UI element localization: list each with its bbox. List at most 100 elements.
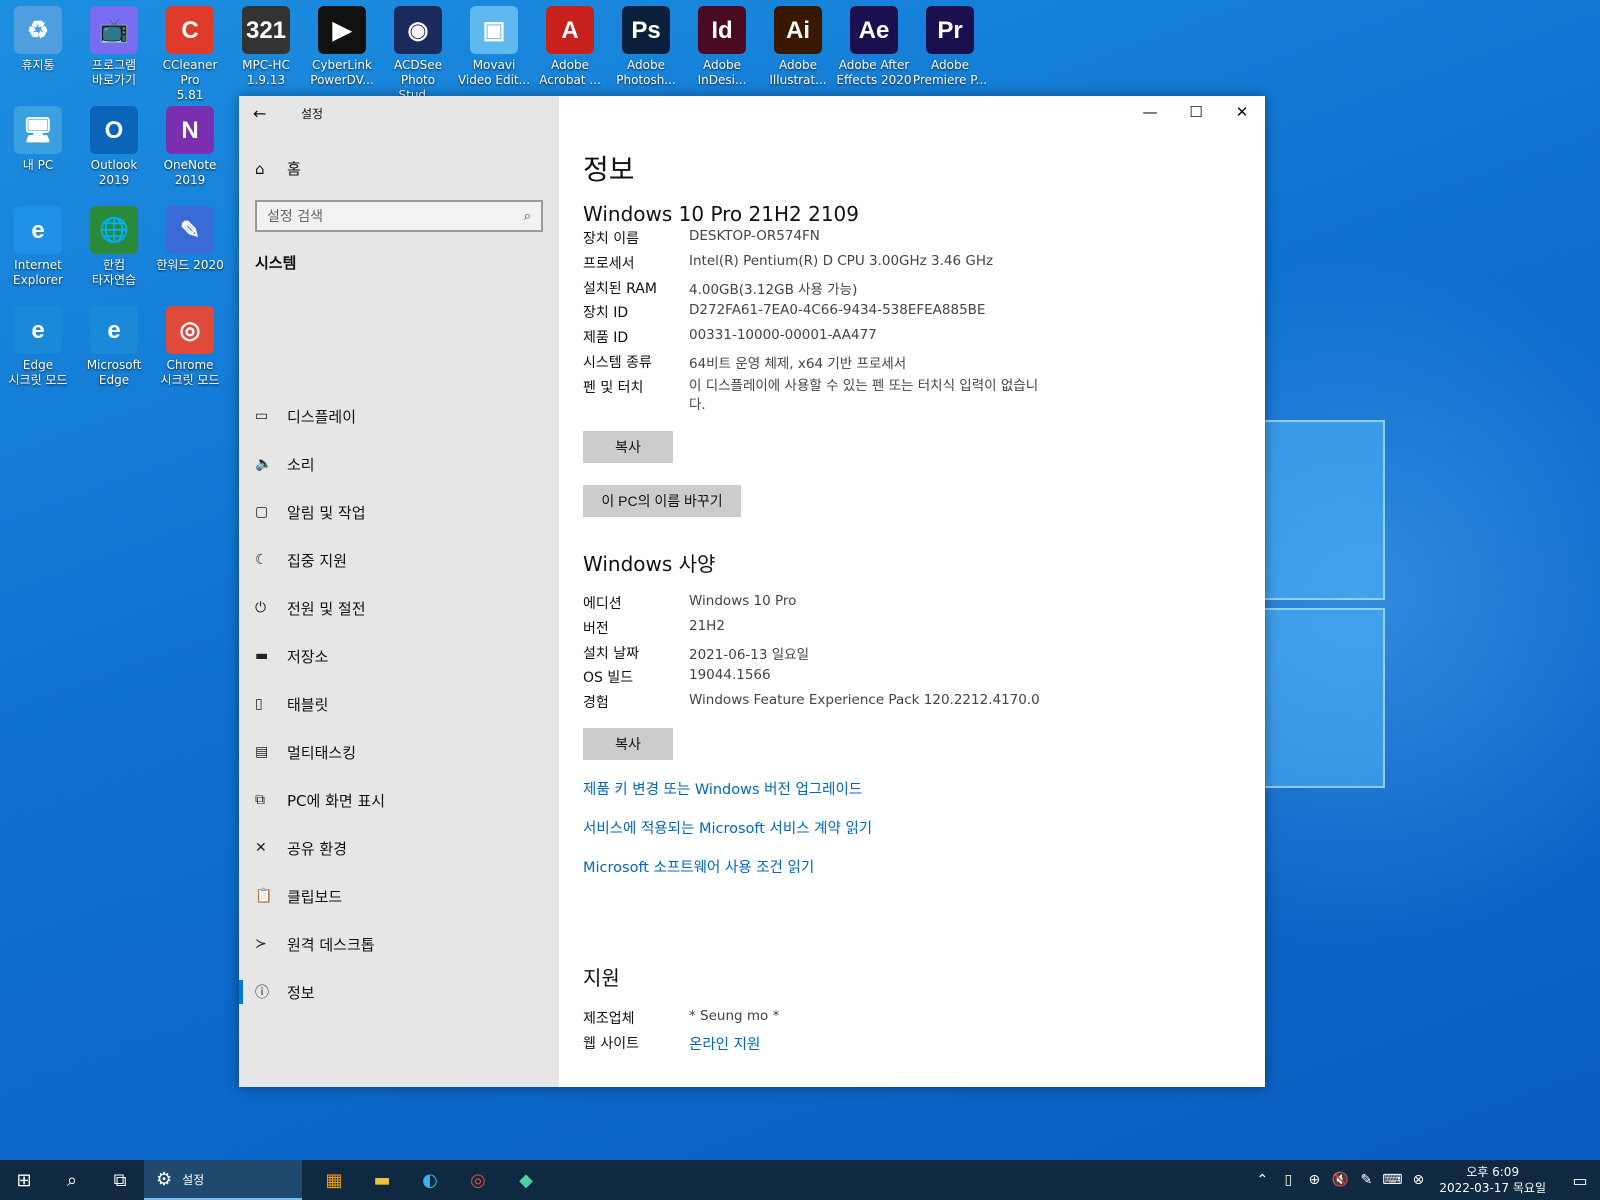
desktop-icon[interactable]: ▶ CyberLink PowerDV... xyxy=(304,0,380,96)
recycle-bin-icon: ♻ xyxy=(14,6,62,54)
start-button[interactable]: ⊞ xyxy=(0,1160,48,1200)
back-arrow-icon[interactable]: ← xyxy=(253,104,266,123)
spec-value: 19044.1566 xyxy=(689,667,771,684)
mpc-hc-icon: 321 xyxy=(242,6,290,54)
photoshop-icon: Ps xyxy=(622,6,670,54)
sidebar-item[interactable]: ⏻ 전원 및 절전 xyxy=(239,584,559,632)
sidebar-item-icon: 📋 xyxy=(255,888,273,904)
spec-value: 4.00GB(3.12GB 사용 가능) xyxy=(689,281,858,298)
app-taskbar-icon[interactable]: ◆ xyxy=(502,1160,550,1200)
search-icon[interactable]: ⌕ xyxy=(524,209,531,224)
sidebar-item-icon: 🔈 xyxy=(255,456,273,472)
desktop-icon[interactable]: 📺 프로그램 바로가기 xyxy=(76,0,152,96)
sidebar-item-label: 알림 및 작업 xyxy=(287,503,366,522)
search-icon[interactable]: ⌕ xyxy=(48,1160,96,1200)
store-icon[interactable]: ▦ xyxy=(310,1160,358,1200)
clock[interactable]: 오후 6:09 2022-03-17 목요일 xyxy=(1439,1164,1546,1196)
spec-row: 펜 및 터치 이 디스플레이에 사용할 수 있는 펜 또는 터치식 입력이 없습니… xyxy=(583,377,1223,421)
desktop-icon[interactable]: ▣ Movavi Video Edit... xyxy=(456,0,532,96)
edge-icon: e xyxy=(90,306,138,354)
desktop-icon[interactable]: Ai Adobe Illustrat... xyxy=(760,0,836,96)
desktop-icon[interactable]: e Internet Explorer xyxy=(0,200,76,296)
desktop-icon[interactable]: N OneNote 2019 xyxy=(152,100,228,196)
desktop-icon[interactable]: Ps Adobe Photosh... xyxy=(608,0,684,96)
license-terms-link[interactable]: Microsoft 소프트웨어 사용 조건 읽기 xyxy=(583,856,814,877)
desktop-icon[interactable]: A Adobe Acrobat ... xyxy=(532,0,608,96)
spec-row: 장치 ID D272FA61-7EA0-4C66-9434-538EFEA885B… xyxy=(583,302,1223,327)
settings-search-input[interactable]: 설정 검색 ⌕ xyxy=(255,200,543,232)
sidebar-item[interactable]: ▭ 디스플레이 xyxy=(239,392,559,440)
sidebar-item-icon: ⏻ xyxy=(255,600,267,616)
desktop-icon-label: 한워드 2020 xyxy=(156,258,224,272)
service-agreement-link[interactable]: 서비스에 적용되는 Microsoft 서비스 계약 읽기 xyxy=(583,817,872,838)
file-explorer-icon[interactable]: ▬ xyxy=(358,1160,406,1200)
sidebar-item[interactable]: ▯ 태블릿 xyxy=(239,680,559,728)
taskbar-app-label: 설정 xyxy=(182,1172,205,1187)
sidebar-item[interactable]: ✕ 공유 환경 xyxy=(239,824,559,872)
desktop-icon[interactable]: e Edge 시크릿 모드 xyxy=(0,300,76,396)
windows-wallpaper-logo xyxy=(1255,420,1385,788)
upgrade-link[interactable]: 제품 키 변경 또는 Windows 버전 업그레이드 xyxy=(583,778,862,799)
desktop-icon-label: CCleaner Pro 5.81 xyxy=(162,58,218,102)
sidebar-item[interactable]: ⧉ PC에 화면 표시 xyxy=(239,776,559,824)
network-icon[interactable]: ⊕ xyxy=(1301,1172,1327,1188)
sidebar-item[interactable]: ▢ 알림 및 작업 xyxy=(239,488,559,536)
desktop-icon[interactable]: O Outlook 2019 xyxy=(76,100,152,196)
sidebar-item-icon: ⓘ xyxy=(255,985,269,1001)
sidebar-item[interactable]: ≻ 원격 데스크톱 xyxy=(239,920,559,968)
desktop-icon[interactable]: ◉ ACDSee Photo Stud... xyxy=(380,0,456,102)
desktop-icon[interactable]: Ae Adobe After Effects 2020 xyxy=(836,0,912,96)
desktop-icon[interactable]: Pr Adobe Premiere P... xyxy=(912,0,988,96)
desktop-icon[interactable]: ♻ 휴지통 xyxy=(0,0,76,96)
desktop-icon[interactable]: 🌐 한컴 타자연습 xyxy=(76,200,152,296)
pen-icon[interactable]: ✎ xyxy=(1353,1172,1379,1188)
copy-windows-specs-button[interactable]: 복사 xyxy=(583,728,673,760)
sidebar-item[interactable]: 🔈 소리 xyxy=(239,440,559,488)
sidebar-item-label: 원격 데스크톱 xyxy=(287,935,375,954)
spec-key: 설치 날짜 xyxy=(583,645,639,662)
desktop-icon[interactable]: e Microsoft Edge xyxy=(76,300,152,396)
spec-value: 21H2 xyxy=(689,617,725,634)
volume-muted-icon[interactable]: 🔇 xyxy=(1327,1172,1353,1188)
sidebar-item[interactable]: ☾ 집중 지원 xyxy=(239,536,559,584)
edge-incognito-icon: e xyxy=(14,306,62,354)
sidebar-item[interactable]: ▬ 저장소 xyxy=(239,632,559,680)
edge-taskbar-icon[interactable]: ◐ xyxy=(406,1160,454,1200)
sidebar-item[interactable]: 📋 클립보드 xyxy=(239,872,559,920)
device-spec-heading: Windows 10 Pro 21H2 2109 xyxy=(583,202,859,226)
desktop-icon[interactable]: 🖥 내 PC xyxy=(0,100,76,196)
page-title: 정보 xyxy=(583,153,635,186)
taskbar-settings-app[interactable]: ⚙ 설정 xyxy=(144,1160,302,1200)
premiere-icon: Pr xyxy=(926,6,974,54)
chrome-taskbar-icon[interactable]: ◎ xyxy=(454,1160,502,1200)
device-spec-list: 장치 이름 DESKTOP-OR574FN 프로세서 Intel(R) Pentium… xyxy=(583,228,1223,421)
desktop-icon-label: OneNote 2019 xyxy=(163,158,217,187)
clock-date: 2022-03-17 목요일 xyxy=(1439,1181,1546,1195)
usb-icon[interactable]: ▯ xyxy=(1275,1172,1301,1188)
desktop-icon[interactable]: 321 MPC-HC 1.9.13 xyxy=(228,0,304,96)
desktop-icon[interactable]: ◎ Chrome 시크릿 모드 xyxy=(152,300,228,396)
desktop-icon[interactable]: ✎ 한워드 2020 xyxy=(152,200,228,296)
clock-time: 오후 6:09 xyxy=(1466,1165,1520,1179)
spec-value: D272FA61-7EA0-4C66-9434-538EFEA885BE xyxy=(689,302,986,319)
sidebar-item[interactable]: ▤ 멀티태스킹 xyxy=(239,728,559,776)
sidebar-item[interactable]: ⓘ 정보 xyxy=(239,968,559,1016)
acrobat-icon: A xyxy=(546,6,594,54)
rename-pc-button[interactable]: 이 PC의 이름 바꾸기 xyxy=(583,485,741,517)
chevron-up-icon[interactable]: ⌃ xyxy=(1249,1172,1275,1188)
desktop-icon[interactable]: C CCleaner Pro 5.81 xyxy=(152,0,228,102)
desktop-icon[interactable]: Id Adobe InDesi... xyxy=(684,0,760,96)
close-circle-icon[interactable]: ⊗ xyxy=(1405,1172,1431,1188)
powerdvd-icon: ▶ xyxy=(318,6,366,54)
copy-device-specs-button[interactable]: 복사 xyxy=(583,431,673,463)
notification-icon[interactable]: ▭ xyxy=(1560,1171,1600,1190)
desktop-icon-label: 내 PC xyxy=(22,158,54,172)
windows-spec-heading: Windows 사양 xyxy=(583,552,716,576)
keyboard-icon[interactable]: ⌨ xyxy=(1379,1172,1405,1188)
online-support-link[interactable]: 온라인 지원 xyxy=(689,1033,760,1058)
sidebar-item-label: 집중 지원 xyxy=(287,551,347,570)
desktop-icon-label: Adobe Premiere P... xyxy=(912,58,988,87)
task-view-icon[interactable]: ⧉ xyxy=(96,1160,144,1200)
sidebar-item-label: PC에 화면 표시 xyxy=(287,791,386,810)
home-nav-item[interactable]: ⌂ 홈 xyxy=(255,158,301,179)
